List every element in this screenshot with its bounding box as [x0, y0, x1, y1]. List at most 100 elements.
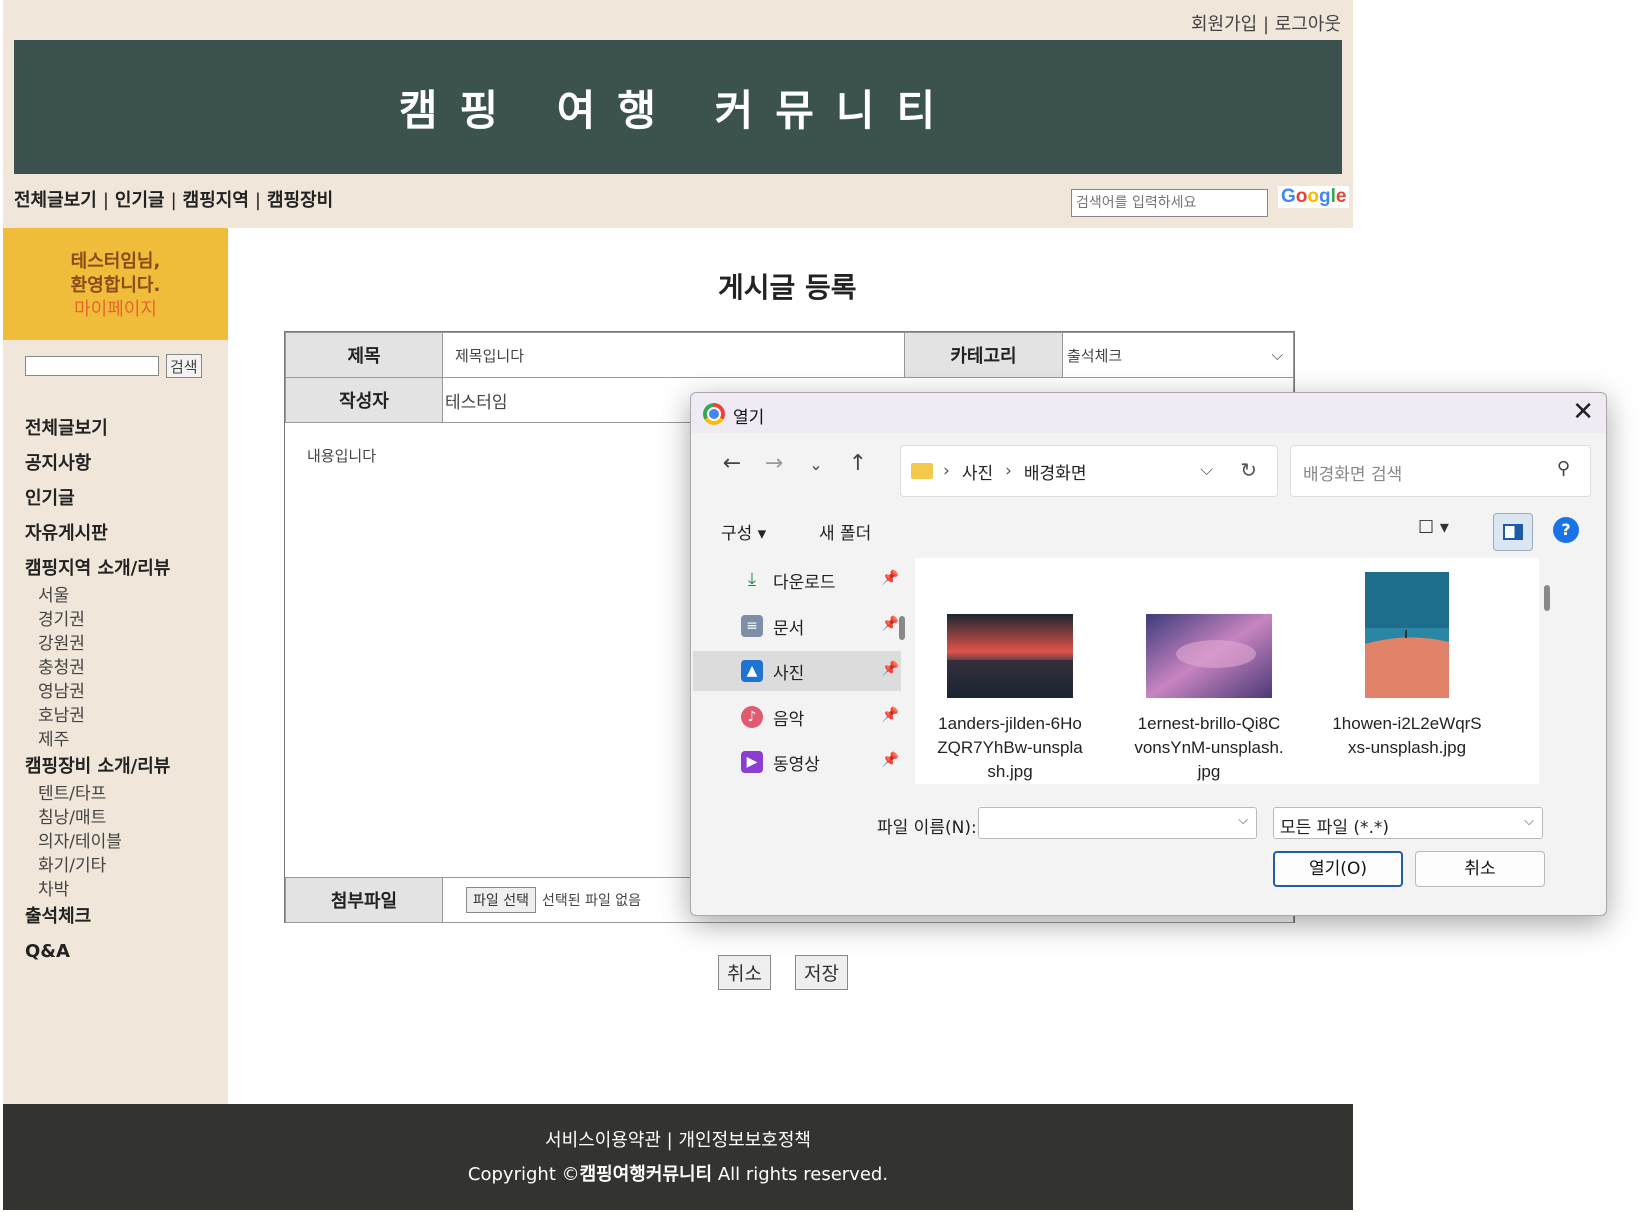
chevron-down-icon[interactable]: ⌵	[1238, 813, 1248, 828]
filename-input[interactable]: ⌵	[978, 807, 1257, 839]
file-thumbnail	[1365, 572, 1449, 698]
dialog-cancel-button[interactable]: 취소	[1415, 851, 1545, 887]
recent-chevron-icon[interactable]: ⌄	[795, 455, 837, 474]
view-options-icon[interactable]: ☐ ▾	[1418, 517, 1449, 538]
file-select-button[interactable]: 파일 선택	[466, 887, 536, 913]
pin-icon: 📌	[881, 616, 899, 632]
sidebar-search-button[interactable]: 검색	[166, 354, 202, 378]
dialog-search-input[interactable]: 배경화면 검색 ⚲	[1290, 445, 1591, 497]
sidebar-subitem-gear[interactable]: 차박	[25, 878, 170, 902]
help-icon[interactable]: ?	[1553, 517, 1579, 543]
mypage-link[interactable]: 마이페이지	[3, 298, 228, 322]
page: 회원가입 | 로그아웃 캠핑 여행 커뮤니티 전체글보기 | 인기글 | 캠핑지역 | 캠핑…	[0, 0, 1651, 1212]
sidebar-search-input[interactable]	[25, 356, 159, 376]
sidebar-subitem-region[interactable]: 서울	[25, 584, 170, 608]
preview-pane-icon	[1503, 524, 1523, 540]
save-button[interactable]: 저장	[794, 955, 848, 990]
nav-all-posts[interactable]: 전체글보기	[14, 190, 97, 211]
filelist-scrollbar[interactable]	[1544, 585, 1550, 611]
file-item[interactable]: 1ernest-brillo-Qi8CvonsYnM-unsplash.jpg	[1114, 614, 1304, 784]
sidebar-item-all-posts[interactable]: 전체글보기	[25, 414, 170, 449]
sidebar-subitem-region[interactable]: 강원권	[25, 632, 170, 656]
file-name: 1howen-i2L2eWqrSxs-unsplash.jpg	[1332, 714, 1482, 757]
music-icon: ♪	[741, 706, 763, 728]
file-item[interactable]: 1anders-jilden-6HoZQR7YhBw-unsplash.jpg	[915, 614, 1105, 784]
sidebar-subitem-gear[interactable]: 텐트/타프	[25, 782, 170, 806]
google-search-logo[interactable]: Google	[1278, 186, 1350, 208]
breadcrumb-wallpaper[interactable]: 배경화면	[1024, 459, 1087, 484]
sidebar-subitem-region[interactable]: 영남권	[25, 680, 170, 704]
site-footer: 서비스이용약관 | 개인정보보호정책 Copyright ©캠핑여행커뮤니티 A…	[3, 1104, 1353, 1210]
search-icon: ⚲	[1556, 458, 1570, 479]
close-icon[interactable]: ✕	[1572, 397, 1594, 427]
pin-icon: 📌	[881, 752, 899, 768]
cancel-button[interactable]: 취소	[718, 955, 771, 990]
sidebar-subitem-gear[interactable]: 침낭/매트	[25, 806, 170, 830]
sidebar-item-popular[interactable]: 인기글	[25, 484, 170, 519]
sidebar-subitem-region[interactable]: 제주	[25, 728, 170, 752]
sidebar-subitem-gear[interactable]: 화기/기타	[25, 854, 170, 878]
pin-icon: 📌	[881, 570, 899, 586]
sidebar-subitem-region[interactable]: 경기권	[25, 608, 170, 632]
new-folder-button[interactable]: 새 폴더	[819, 519, 871, 544]
author-label: 작성자	[285, 377, 443, 423]
file-name: 1anders-jilden-6HoZQR7YhBw-unsplash.jpg	[937, 714, 1083, 781]
nav-item-label: 음악	[773, 709, 805, 730]
chevron-down-icon: ⌵	[1271, 346, 1283, 364]
nav-item-videos[interactable]: ▶ 동영상 📌	[693, 742, 901, 782]
site-banner[interactable]: 캠핑 여행 커뮤니티	[14, 40, 1342, 174]
nav-item-pictures[interactable]: ▲ 사진 📌	[693, 651, 901, 691]
terms-link[interactable]: 서비스이용약관	[545, 1130, 661, 1151]
chevron-right-icon: ›	[1005, 461, 1012, 481]
navigation-buttons: ← → ⌄ ↑	[711, 451, 879, 476]
nav-item-music[interactable]: ♪ 음악 📌	[693, 697, 901, 737]
sidebar-item-notice[interactable]: 공지사항	[25, 449, 170, 484]
navpane-scrollbar[interactable]	[899, 616, 905, 640]
nav-gear[interactable]: 캠핑장비	[267, 190, 333, 211]
file-open-dialog: 열기 ✕ ← → ⌄ ↑ › 사진 › 배경화면 ⌵ ↻ 배경화면 검색 ⚲ 구성 ▾…	[690, 392, 1607, 916]
header-search-input[interactable]	[1071, 189, 1268, 217]
back-arrow-icon[interactable]: ←	[711, 451, 753, 476]
privacy-link[interactable]: 개인정보보호정책	[678, 1130, 810, 1151]
sidebar-item-qna[interactable]: Q&A	[25, 937, 170, 972]
copyright: Copyright ©캠핑여행커뮤니티 All rights reserved.	[3, 1160, 1353, 1186]
welcome-message: 환영합니다.	[70, 275, 161, 296]
sidebar: 테스터임님, 환영합니다. 마이페이지 검색 전체글보기 공지사항 인기글 자유…	[3, 228, 228, 1104]
address-bar[interactable]: › 사진 › 배경화면 ⌵ ↻	[900, 445, 1278, 497]
logout-link[interactable]: 로그아웃	[1275, 14, 1341, 35]
welcome-box: 테스터임님, 환영합니다. 마이페이지	[3, 228, 228, 340]
sidebar-subitem-region[interactable]: 호남권	[25, 704, 170, 728]
sidebar-item-region[interactable]: 캠핑지역 소개/리뷰	[25, 554, 170, 584]
title-input[interactable]: 제목입니다	[442, 332, 905, 378]
sidebar-item-free-board[interactable]: 자유게시판	[25, 519, 170, 554]
breadcrumb-pictures[interactable]: 사진	[962, 459, 993, 484]
attach-label: 첨부파일	[285, 877, 443, 923]
dialog-toolbar: 구성 ▾ 새 폴더 ☐ ▾ ?	[691, 505, 1606, 557]
pin-icon: 📌	[881, 661, 899, 677]
nav-item-label: 다운로드	[773, 572, 836, 593]
preview-pane-button[interactable]	[1493, 513, 1533, 551]
sidebar-subitem-region[interactable]: 충청권	[25, 656, 170, 680]
sidebar-item-gear[interactable]: 캠핑장비 소개/리뷰	[25, 752, 170, 782]
nav-item-label: 동영상	[773, 754, 820, 775]
nav-item-documents[interactable]: ≡ 문서 📌	[693, 606, 901, 646]
chevron-down-icon[interactable]: ⌵	[1200, 460, 1213, 480]
up-arrow-icon[interactable]: ↑	[837, 451, 879, 476]
signup-link[interactable]: 회원가입	[1191, 14, 1257, 35]
filetype-value: 모든 파일 (*.*)	[1280, 818, 1390, 838]
refresh-icon[interactable]: ↻	[1240, 458, 1257, 482]
nav-popular[interactable]: 인기글	[115, 190, 165, 211]
organize-menu[interactable]: 구성 ▾	[721, 519, 766, 544]
dialog-titlebar[interactable]: 열기 ✕	[691, 393, 1606, 433]
file-list: 1anders-jilden-6HoZQR7YhBw-unsplash.jpg …	[915, 558, 1539, 784]
forward-arrow-icon[interactable]: →	[753, 451, 795, 476]
open-button[interactable]: 열기(O)	[1273, 851, 1403, 887]
nav-item-downloads[interactable]: ⤓ 다운로드 📌	[693, 560, 901, 600]
file-item[interactable]: 1howen-i2L2eWqrSxs-unsplash.jpg	[1312, 572, 1502, 760]
category-select[interactable]: 출석체크 ⌵	[1062, 332, 1294, 378]
filetype-select[interactable]: 모든 파일 (*.*) ⌵	[1273, 807, 1543, 839]
sidebar-subitem-gear[interactable]: 의자/테이블	[25, 830, 170, 854]
sidebar-item-attendance[interactable]: 출석체크	[25, 902, 170, 937]
nav-region[interactable]: 캠핑지역	[183, 190, 249, 211]
footer-separator: |	[666, 1130, 673, 1151]
